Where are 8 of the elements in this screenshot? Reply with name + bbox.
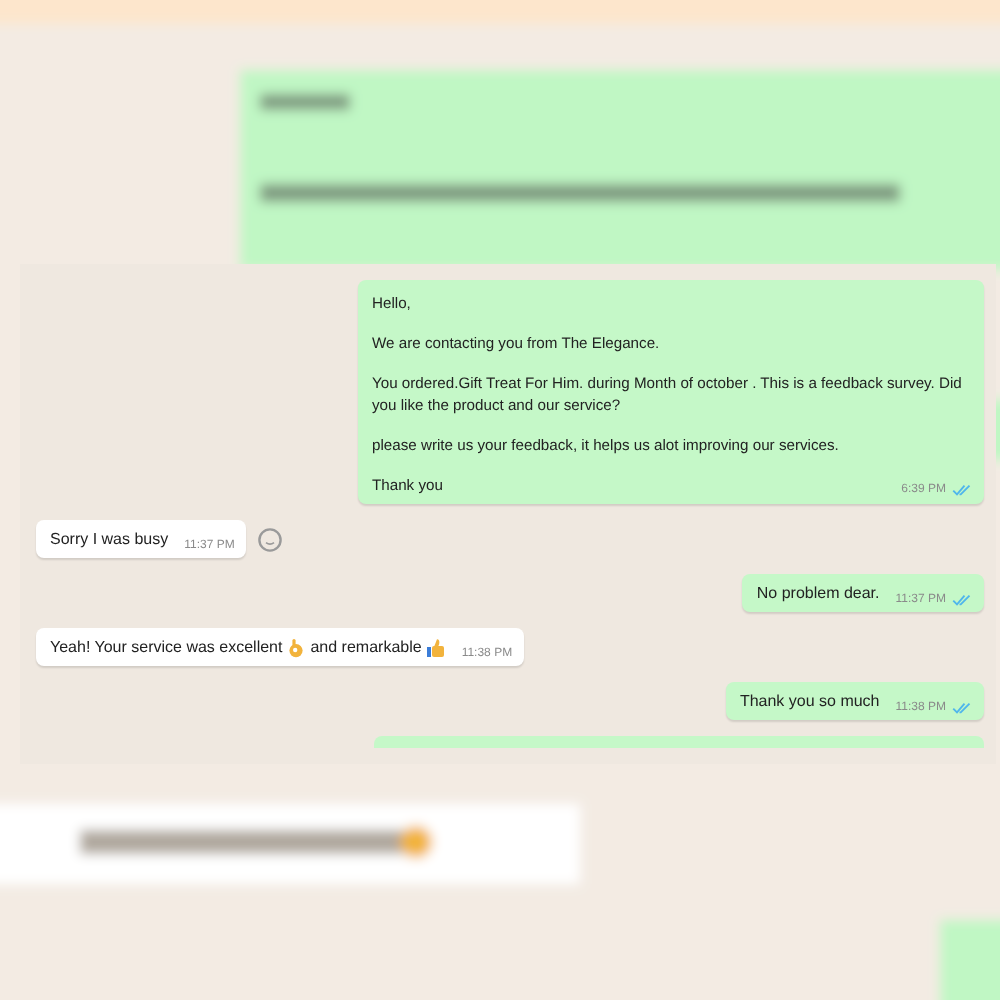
ok-hand-icon	[286, 638, 307, 658]
message-text: No problem dear.	[756, 582, 880, 606]
message-text: Thank you so much	[739, 690, 880, 714]
message-text: Yeah! Your service was excellent	[50, 636, 283, 660]
message-text: and remarkable	[310, 636, 422, 660]
message-text: Sorry I was busy	[50, 528, 169, 552]
thumbs-up-icon	[425, 638, 446, 658]
emoji-icon[interactable]	[258, 527, 283, 551]
